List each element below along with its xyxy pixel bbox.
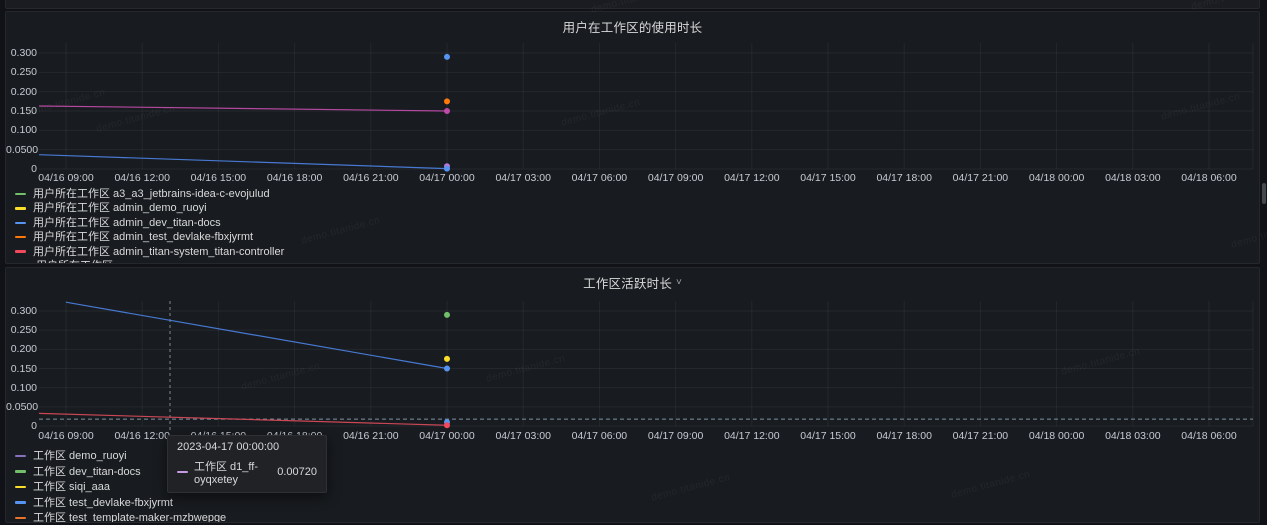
legend-item-label: 用户所在工作区 admin_titan-system_titan-control… xyxy=(33,246,284,258)
legend-item-label: 工作区 dev_titan-docs xyxy=(33,466,141,478)
panel-1: 用户在工作区的使用时长 0.300 0.250 0.200 0.150 0.100 0.0… xyxy=(5,11,1260,264)
legend-item[interactable]: 用户所在工作区 admin_demo_ruoyi xyxy=(15,202,207,214)
tooltip-series-label: 工作区 d1_ff-oyqxetey xyxy=(194,458,265,486)
x-axis-label: 04/17 12:00 xyxy=(720,431,784,442)
legend-item[interactable]: 用户所在工作区 xyxy=(36,260,113,264)
y-axis-label: 0.250 xyxy=(6,67,37,77)
legend-item[interactable]: 工作区 demo_ruoyi xyxy=(15,450,127,462)
series-color-dash-icon xyxy=(15,470,26,473)
x-axis-label: 04/17 12:00 xyxy=(720,173,784,184)
x-axis-label: 04/17 09:00 xyxy=(644,173,708,184)
y-axis-label: 0.150 xyxy=(6,364,37,374)
x-axis-label: 04/18 00:00 xyxy=(1025,431,1089,442)
x-axis-label: 04/18 00:00 xyxy=(1025,173,1089,184)
panel-1-header: 用户在工作区的使用时长 xyxy=(6,16,1259,36)
x-axis-label: 04/16 12:00 xyxy=(110,431,174,442)
legend-item-label: 用户所在工作区 admin_demo_ruoyi xyxy=(33,202,207,214)
series-color-dash-icon xyxy=(15,236,26,239)
series-color-dash-icon xyxy=(177,471,188,474)
chart-tooltip: 2023-04-17 00:00:00 工作区 d1_ff-oyqxetey 0… xyxy=(167,435,327,493)
tooltip-timestamp: 2023-04-17 00:00:00 xyxy=(177,441,317,453)
x-axis-label: 04/17 00:00 xyxy=(415,431,479,442)
series-color-dash-icon xyxy=(15,455,26,458)
legend-item[interactable]: 用户所在工作区 admin_test_devlake-fbxjyrmt xyxy=(15,231,253,243)
x-axis-label: 04/18 03:00 xyxy=(1101,173,1165,184)
chevron-down-icon[interactable]: ˅ xyxy=(676,277,682,288)
legend-item[interactable]: 工作区 siqi_aaa xyxy=(15,481,110,493)
x-axis-label: 04/16 18:00 xyxy=(263,173,327,184)
legend-item[interactable]: 用户所在工作区 admin_titan-system_titan-control… xyxy=(15,246,284,258)
x-axis-label: 04/17 03:00 xyxy=(491,173,555,184)
x-axis-label: 04/17 09:00 xyxy=(644,431,708,442)
legend-item-label: 工作区 test_devlake-fbxjyrmt xyxy=(33,497,173,509)
legend-item-label: 工作区 demo_ruoyi xyxy=(33,450,127,462)
chart-canvas xyxy=(6,268,1259,438)
x-axis-label: 04/18 03:00 xyxy=(1101,431,1165,442)
x-axis-label: 04/16 09:00 xyxy=(34,431,98,442)
x-axis-label: 04/16 09:00 xyxy=(34,173,98,184)
x-axis-label: 04/16 12:00 xyxy=(110,173,174,184)
legend-item-label: 用户所在工作区 a3_a3_jetbrains-idea-c-evojulud xyxy=(33,188,270,200)
x-axis-label: 04/17 18:00 xyxy=(872,431,936,442)
series-color-dash-icon xyxy=(15,207,26,210)
y-axis-label: 0.100 xyxy=(6,125,37,135)
y-axis-label: 0.150 xyxy=(6,106,37,116)
x-axis-label: 04/17 00:00 xyxy=(415,173,479,184)
y-axis-label: 0 xyxy=(6,164,37,174)
legend-item-label: 工作区 siqi_aaa xyxy=(33,481,110,493)
page-scrollbar-thumb[interactable] xyxy=(1262,183,1266,204)
x-axis-label: 04/17 03:00 xyxy=(491,431,555,442)
series-color-dash-icon xyxy=(15,486,26,489)
x-axis-label: 04/17 06:00 xyxy=(567,431,631,442)
y-axis-label: 0.0500 xyxy=(6,402,37,412)
legend-item-label: 用户所在工作区 xyxy=(36,260,113,264)
series-color-dash-icon xyxy=(15,222,26,225)
legend-item[interactable]: 用户所在工作区 admin_dev_titan-docs xyxy=(15,217,221,229)
panel-1-title[interactable]: 用户在工作区的使用时长 xyxy=(563,17,703,36)
y-axis-label: 0.300 xyxy=(6,48,37,58)
x-axis-label: 04/18 06:00 xyxy=(1177,173,1241,184)
x-axis-label: 04/17 21:00 xyxy=(948,431,1012,442)
legend-item[interactable]: 工作区 test_template-maker-mzbwepge xyxy=(15,512,226,523)
legend-item-label: 用户所在工作区 admin_test_devlake-fbxjyrmt xyxy=(33,231,253,243)
panel-2-title[interactable]: 工作区活跃时长 xyxy=(583,273,672,292)
legend-item-label: 工作区 test_template-maker-mzbwepge xyxy=(33,512,226,523)
panel-2-header: 工作区活跃时长 ˅ xyxy=(6,272,1259,292)
x-axis-label: 04/16 21:00 xyxy=(339,173,403,184)
collapsed-panel-row xyxy=(5,0,1260,9)
series-color-dash-icon xyxy=(15,193,26,196)
panel-2: 工作区活跃时长 ˅ 2023-04-17 00:00:00 工作区 d1_ff-… xyxy=(5,267,1260,523)
legend-item[interactable]: 工作区 dev_titan-docs xyxy=(15,466,141,478)
y-axis-label: 0.200 xyxy=(6,87,37,97)
legend-item-label: 用户所在工作区 admin_dev_titan-docs xyxy=(33,217,221,229)
x-axis-label: 04/16 15:00 xyxy=(186,173,250,184)
x-axis-label: 04/17 06:00 xyxy=(567,173,631,184)
x-axis-label: 04/17 15:00 xyxy=(796,431,860,442)
y-axis-label: 0.100 xyxy=(6,383,37,393)
y-axis-label: 0.200 xyxy=(6,344,37,354)
x-axis-label: 04/17 18:00 xyxy=(872,173,936,184)
x-axis-label: 04/18 06:00 xyxy=(1177,431,1241,442)
series-color-dash-icon xyxy=(15,517,26,520)
x-axis-label: 04/17 21:00 xyxy=(948,173,1012,184)
x-axis-label: 04/17 15:00 xyxy=(796,173,860,184)
chart-canvas xyxy=(6,12,1259,180)
tooltip-series-value: 0.00720 xyxy=(277,466,317,478)
y-axis-label: 0 xyxy=(6,421,37,431)
series-color-dash-icon xyxy=(15,501,26,504)
y-axis-label: 0.300 xyxy=(6,306,37,316)
x-axis-label: 04/16 21:00 xyxy=(339,431,403,442)
series-color-dash-icon xyxy=(15,250,26,253)
legend-item[interactable]: 工作区 test_devlake-fbxjyrmt xyxy=(15,497,173,509)
legend-item[interactable]: 用户所在工作区 a3_a3_jetbrains-idea-c-evojulud xyxy=(15,188,270,200)
y-axis-label: 0.250 xyxy=(6,325,37,335)
y-axis-label: 0.0500 xyxy=(6,145,37,155)
tooltip-series-row: 工作区 d1_ff-oyqxetey 0.00720 xyxy=(177,458,317,486)
